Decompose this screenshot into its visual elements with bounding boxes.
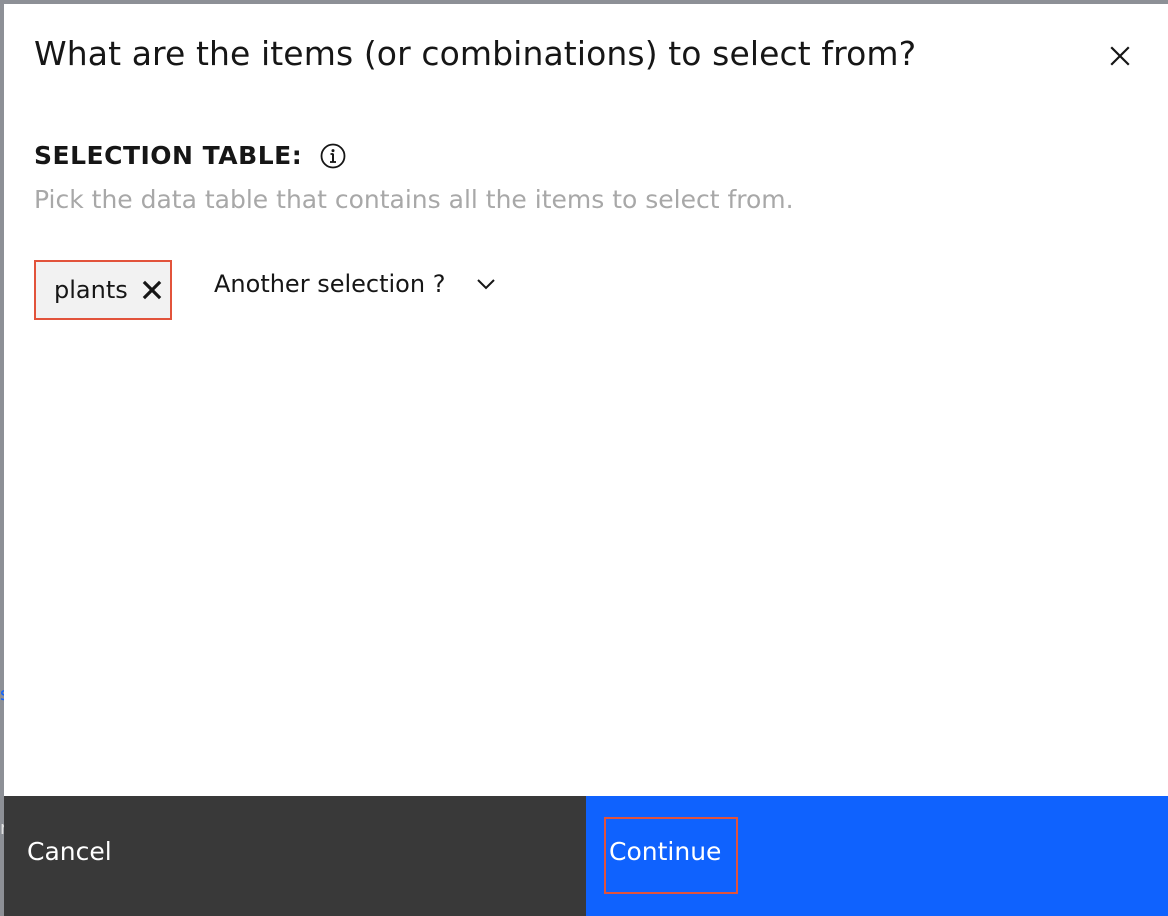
cancel-button-label: Cancel — [27, 837, 112, 866]
another-selection-dropdown[interactable]: Another selection ? — [214, 266, 497, 302]
cancel-button[interactable]: Cancel — [4, 796, 586, 916]
tag-remove-button[interactable] — [140, 278, 164, 302]
selection-table-label: SELECTION TABLE: — [34, 141, 346, 170]
dialog-title: What are the items (or combinations) to … — [34, 34, 917, 73]
chevron-down-icon — [475, 273, 497, 295]
dropdown-label: Another selection ? — [214, 270, 446, 298]
close-icon — [1110, 46, 1130, 66]
selection-dialog: What are the items (or combinations) to … — [4, 4, 1168, 916]
close-button[interactable] — [1102, 38, 1138, 74]
info-icon[interactable] — [320, 143, 346, 169]
dialog-footer: Cancel Continue — [4, 796, 1168, 916]
helper-text: Pick the data table that contains all th… — [34, 185, 794, 214]
section-label-text: SELECTION TABLE: — [34, 141, 303, 170]
continue-button[interactable]: Continue — [586, 796, 1168, 916]
tag-label: plants — [54, 276, 128, 304]
close-icon — [142, 280, 161, 300]
continue-button-label: Continue — [609, 837, 722, 866]
selected-table-tag: plants — [34, 260, 172, 320]
